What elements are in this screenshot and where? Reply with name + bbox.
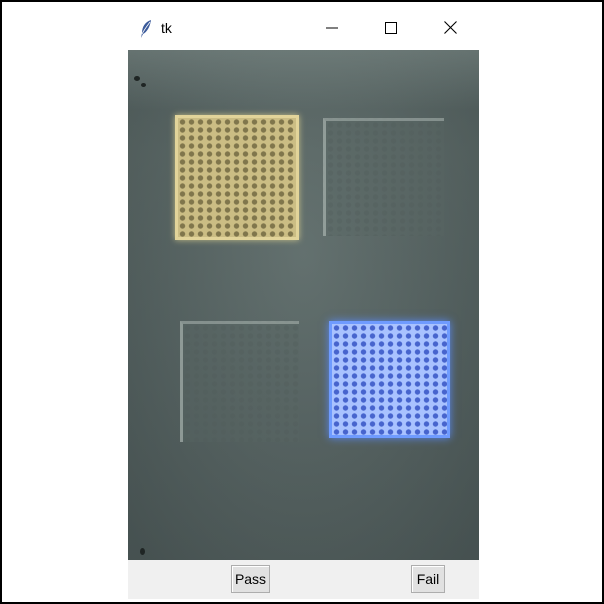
minimize-icon <box>326 21 338 39</box>
test-pad-top-right <box>323 118 444 236</box>
button-bar: Pass Fail <box>128 560 479 599</box>
title-bar[interactable]: tk <box>128 9 479 50</box>
tk-window: tk Pass Fail <box>128 9 479 599</box>
pass-button[interactable]: Pass <box>231 565 270 593</box>
maximize-icon <box>385 21 397 39</box>
window-title: tk <box>161 20 172 36</box>
image-glare <box>128 50 479 110</box>
edge-mark <box>140 548 145 555</box>
close-icon <box>443 20 457 39</box>
test-pad-bottom-right-lit <box>329 321 450 438</box>
screenshot-frame: tk Pass Fail <box>0 0 604 604</box>
test-pad-top-left-lit <box>175 115 299 240</box>
edge-mark <box>134 76 140 81</box>
fail-button[interactable]: Fail <box>411 565 445 593</box>
feather-icon <box>139 19 153 39</box>
edge-mark <box>141 83 146 87</box>
close-button[interactable] <box>427 9 473 50</box>
camera-image <box>128 50 479 560</box>
maximize-button[interactable] <box>368 9 414 50</box>
test-pad-bottom-left <box>180 321 299 442</box>
minimize-button[interactable] <box>309 9 355 50</box>
